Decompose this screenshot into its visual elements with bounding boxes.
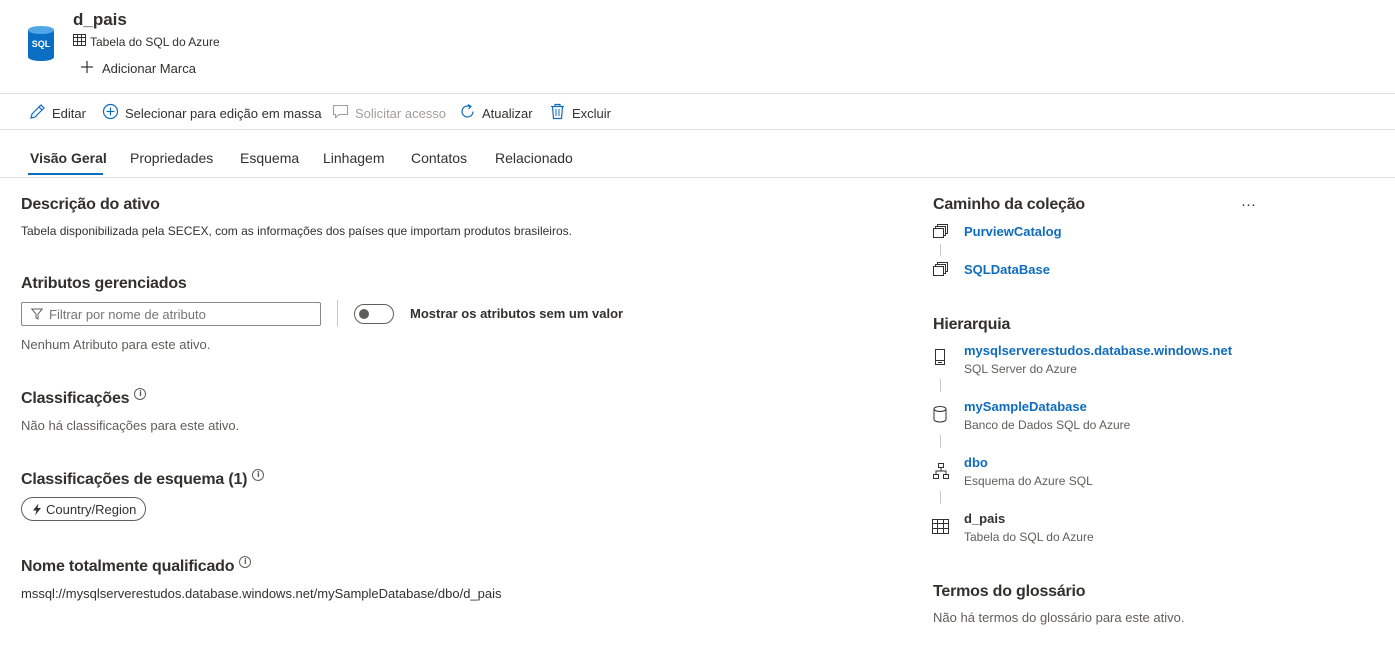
collection-path-title: Caminho da coleção — [933, 196, 1085, 213]
tabs-divider — [0, 177, 1395, 178]
pencil-icon — [29, 103, 46, 123]
asset-type: Tabela do SQL do Azure — [73, 34, 220, 49]
classification-tag[interactable]: Country/Region — [21, 497, 147, 521]
glossary-title: Termos do glossário — [933, 583, 1086, 600]
toggle-knob — [359, 309, 369, 319]
request-access-button[interactable]: Solicitar acesso — [332, 102, 446, 124]
more-options-button[interactable]: ··· — [1241, 196, 1256, 213]
description-title: Descrição do ativo — [21, 196, 160, 213]
collection-link-sqldatabase[interactable]: SQLDataBase — [964, 262, 1050, 277]
hierarchy-title: Hierarquia — [933, 316, 1011, 333]
vertical-separator — [337, 300, 338, 326]
collection-icon — [932, 223, 949, 242]
toolbar-divider — [0, 129, 1395, 130]
fqn-value: mssql://mysqlserverestudos.database.wind… — [21, 586, 502, 601]
show-empty-attributes-toggle[interactable] — [354, 304, 394, 324]
hierarchy-link-database[interactable]: mySampleDatabase — [964, 399, 1087, 414]
hierarchy-type-table: Tabela do SQL do Azure — [964, 530, 1094, 544]
hierarchy-type-schema: Esquema do Azure SQL — [964, 474, 1093, 488]
info-icon[interactable]: i — [134, 388, 147, 400]
tab-contacts[interactable]: Contatos — [411, 150, 467, 166]
hierarchy-current-table: d_pais — [964, 511, 1006, 526]
active-tab-indicator — [28, 173, 103, 175]
schema-classifications-title: Classificações de esquema (1) i — [21, 469, 265, 489]
path-connector — [940, 244, 941, 256]
fqn-title: Nome totalmente qualificado i — [21, 556, 252, 576]
tab-schema[interactable]: Esquema — [240, 150, 299, 166]
classifications-title: Classificações i — [21, 388, 147, 408]
server-icon — [933, 349, 947, 369]
no-attributes-text: Nenhum Atributo para este ativo. — [21, 337, 211, 352]
toggle-label: Mostrar os atributos sem um valor — [410, 306, 624, 321]
schema-icon — [933, 463, 949, 482]
managed-attributes-title: Atributos gerenciados — [21, 275, 187, 292]
tab-related[interactable]: Relacionado — [495, 150, 573, 166]
refresh-button[interactable]: Atualizar — [459, 102, 533, 124]
collection-link-purviewcatalog[interactable]: PurviewCatalog — [964, 224, 1062, 239]
table-icon — [73, 34, 86, 49]
tab-overview[interactable]: Visão Geral — [30, 150, 107, 166]
refresh-icon — [459, 103, 476, 123]
hierarchy-connector — [940, 379, 941, 392]
info-icon[interactable]: i — [239, 556, 252, 568]
trash-icon — [549, 103, 566, 123]
hierarchy-type-server: SQL Server do Azure — [964, 362, 1077, 376]
attribute-filter-input[interactable] — [49, 306, 299, 322]
header-divider — [0, 93, 1395, 94]
comment-icon — [332, 103, 349, 123]
collection-icon — [932, 261, 949, 280]
info-icon[interactable]: i — [252, 469, 265, 481]
description-text: Tabela disponibilizada pela SECEX, com a… — [21, 224, 572, 238]
plus-icon — [80, 60, 94, 77]
hierarchy-connector — [940, 491, 941, 504]
hierarchy-connector — [940, 435, 941, 448]
delete-button[interactable]: Excluir — [549, 102, 611, 124]
attribute-filter-field[interactable] — [21, 302, 321, 326]
database-icon — [933, 406, 947, 426]
add-tag-button[interactable]: Adicionar Marca — [80, 60, 196, 77]
hierarchy-link-schema[interactable]: dbo — [964, 455, 988, 470]
tab-properties[interactable]: Propriedades — [130, 150, 213, 166]
hierarchy-type-database: Banco de Dados SQL do Azure — [964, 418, 1131, 432]
sql-asset-icon: SQL — [28, 26, 54, 62]
table-icon — [932, 519, 949, 537]
filter-icon — [31, 308, 43, 320]
add-circle-icon — [102, 103, 119, 123]
edit-button[interactable]: Editar — [29, 102, 86, 124]
page-title: d_pais — [73, 10, 127, 29]
bulk-edit-button[interactable]: Selecionar para edição em massa — [102, 102, 322, 124]
tab-lineage[interactable]: Linhagem — [323, 150, 385, 166]
no-glossary-text: Não há termos do glossário para este ati… — [933, 610, 1185, 625]
hierarchy-link-server[interactable]: mysqlserverestudos.database.windows.net — [964, 343, 1232, 358]
no-classifications-text: Não há classificações para este ativo. — [21, 418, 240, 433]
lightning-icon — [32, 503, 42, 516]
